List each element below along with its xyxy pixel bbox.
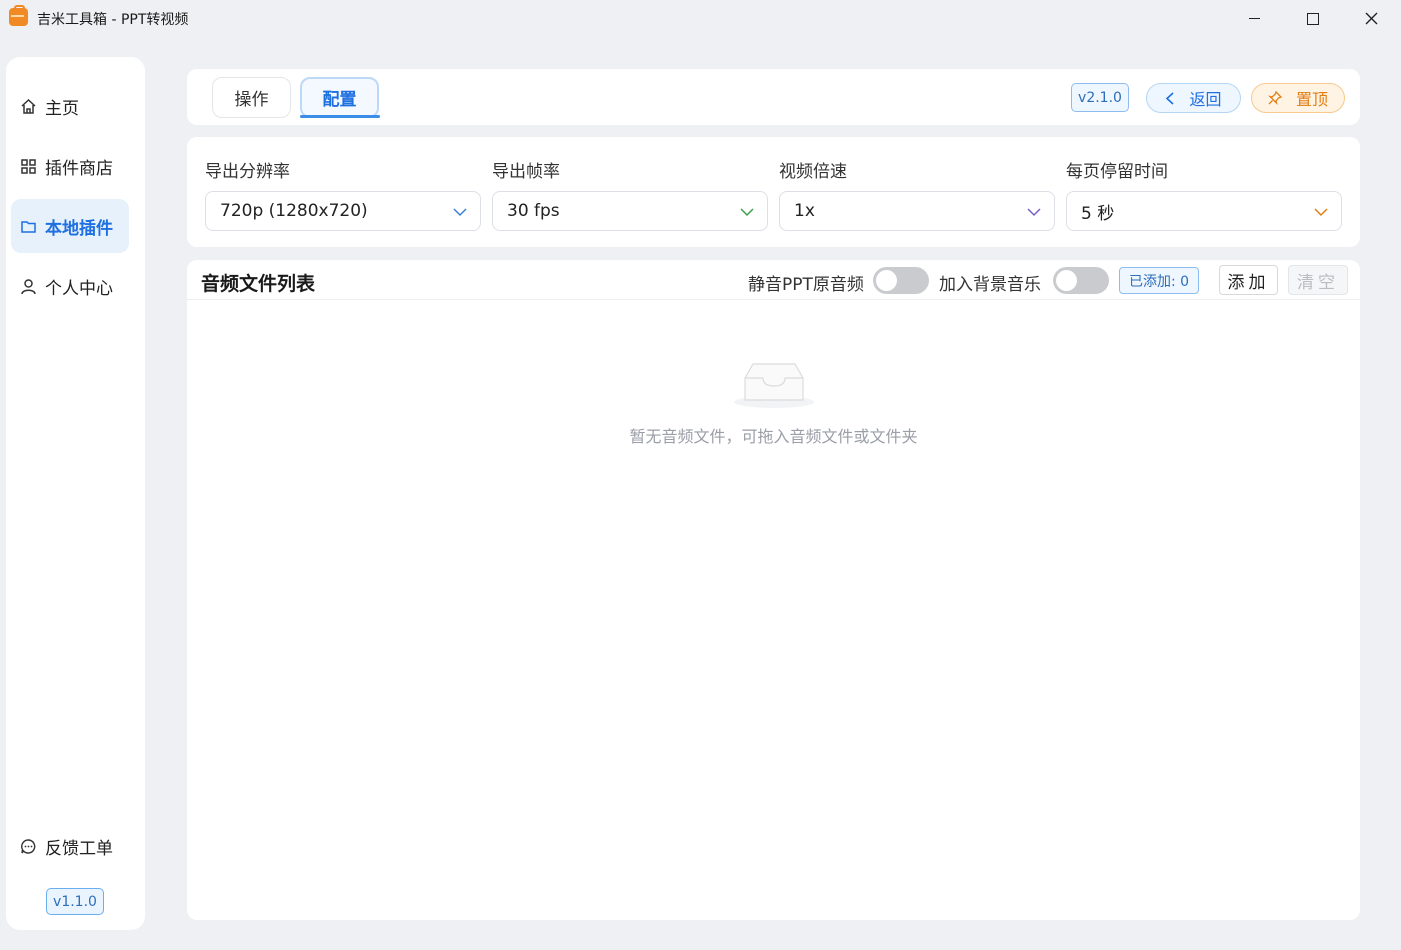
- back-label: 返回: [1189, 90, 1222, 109]
- speed-label: 视频倍速: [779, 162, 847, 182]
- mute-toggle[interactable]: [873, 267, 929, 294]
- sidebar-item-label: 插件商店: [45, 158, 113, 179]
- maximize-icon: [1307, 12, 1319, 25]
- sidebar-item-label: 反馈工单: [45, 838, 113, 859]
- toggle-knob: [1056, 270, 1077, 291]
- sidebar-item-label: 本地插件: [45, 218, 113, 239]
- pin-top-button[interactable]: 置顶: [1251, 83, 1345, 113]
- fps-value: 30 fps: [507, 201, 560, 221]
- sidebar-item-local-plugins[interactable]: 本地插件: [11, 199, 129, 253]
- chevron-down-icon: [1314, 208, 1328, 217]
- sidebar-item-profile[interactable]: 个人中心: [11, 259, 129, 313]
- duration-select[interactable]: 5 秒: [1066, 191, 1342, 231]
- minimize-icon: [1248, 18, 1260, 19]
- back-button[interactable]: 返回: [1146, 83, 1241, 113]
- resolution-value: 720p (1280x720): [220, 201, 368, 221]
- chat-icon: [21, 838, 36, 854]
- sidebar-item-home[interactable]: 主页: [11, 79, 129, 133]
- speed-select[interactable]: 1x: [779, 191, 1055, 231]
- toolbox-icon: [9, 5, 28, 26]
- chevron-down-icon: [453, 208, 467, 217]
- maximize-button[interactable]: [1284, 0, 1342, 37]
- added-count-badge: 已添加: 0: [1119, 267, 1199, 294]
- active-tab-indicator: [300, 115, 380, 118]
- pin-label: 置顶: [1295, 90, 1328, 109]
- sidebar: 主页 插件商店 本地插件 个人中心 反馈工单 v1.1.0: [6, 57, 145, 930]
- resolution-select[interactable]: 720p (1280x720): [205, 191, 481, 231]
- tab-config[interactable]: 配置: [300, 77, 379, 118]
- audio-list-panel: 音频文件列表 静音PPT原音频 加入背景音乐 已添加: 0 添加 清空 暂无音频…: [187, 260, 1360, 920]
- duration-value: 5 秒: [1081, 203, 1115, 224]
- plugin-header: 操作 配置 v2.1.0 返回 置顶: [187, 69, 1360, 125]
- sidebar-item-feedback[interactable]: 反馈工单: [11, 819, 129, 873]
- audio-list-header: 音频文件列表 静音PPT原音频 加入背景音乐 已添加: 0 添加 清空: [187, 260, 1360, 300]
- chevron-left-icon: [1166, 91, 1175, 105]
- fps-select[interactable]: 30 fps: [492, 191, 768, 231]
- fps-label: 导出帧率: [492, 162, 560, 182]
- close-icon: [1365, 12, 1377, 25]
- plugin-version-badge: v2.1.0: [1071, 83, 1129, 112]
- close-button[interactable]: [1342, 0, 1400, 37]
- sidebar-item-label: 个人中心: [45, 278, 113, 299]
- empty-state-text: 暂无音频文件，可拖入音频文件或文件夹: [629, 427, 918, 446]
- user-icon: [21, 278, 36, 294]
- sidebar-item-store[interactable]: 插件商店: [11, 139, 129, 193]
- add-button[interactable]: 添加: [1219, 265, 1278, 295]
- empty-inbox-icon: [734, 363, 814, 408]
- tab-operation[interactable]: 操作: [212, 77, 291, 118]
- duration-label: 每页停留时间: [1066, 162, 1168, 182]
- chevron-down-icon: [1027, 208, 1041, 217]
- sidebar-item-label: 主页: [45, 98, 79, 119]
- app-version-badge: v1.1.0: [46, 888, 104, 915]
- title-bar: 吉米工具箱 - PPT转视频: [0, 0, 1401, 37]
- window-title: 吉米工具箱 - PPT转视频: [37, 12, 189, 28]
- grid-icon: [21, 158, 36, 174]
- bgm-toggle[interactable]: [1053, 267, 1109, 294]
- toggle-knob: [876, 270, 897, 291]
- minimize-button[interactable]: [1225, 0, 1283, 37]
- clear-button[interactable]: 清空: [1288, 265, 1348, 295]
- audio-list-title: 音频文件列表: [201, 273, 316, 295]
- mute-label: 静音PPT原音频: [748, 275, 864, 295]
- chevron-down-icon: [740, 208, 754, 217]
- export-settings: 导出分辨率 720p (1280x720) 导出帧率 30 fps 视频倍速 1…: [187, 137, 1360, 247]
- pin-icon: [1267, 91, 1282, 105]
- folder-icon: [21, 220, 36, 233]
- speed-value: 1x: [794, 201, 815, 221]
- home-icon: [21, 98, 36, 114]
- bgm-label: 加入背景音乐: [939, 275, 1041, 295]
- resolution-label: 导出分辨率: [205, 162, 290, 182]
